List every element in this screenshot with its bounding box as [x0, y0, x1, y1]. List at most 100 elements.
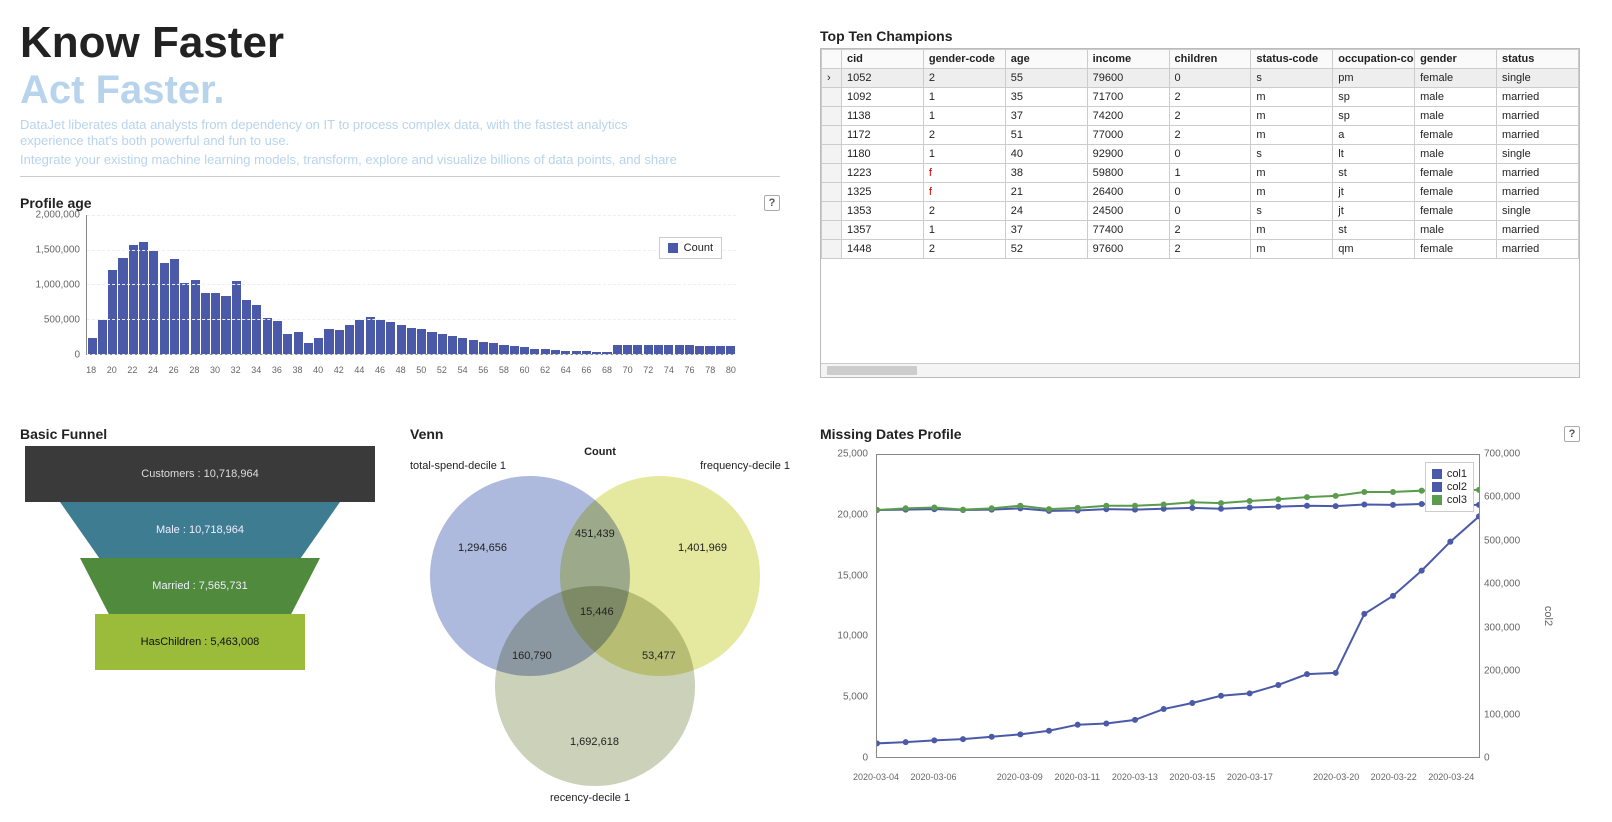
profile-age-bar[interactable] — [191, 280, 200, 354]
table-row[interactable]: 1357137774002mstmalemarried — [822, 221, 1579, 240]
profile-age-bar[interactable] — [458, 338, 467, 353]
line-point[interactable] — [1218, 506, 1224, 512]
line-point[interactable] — [1247, 690, 1253, 696]
profile-age-bar[interactable] — [304, 343, 313, 354]
table-cell[interactable]: 1138 — [842, 107, 924, 126]
profile-age-bar[interactable] — [448, 336, 457, 353]
table-cell[interactable]: 0 — [1169, 183, 1251, 202]
profile-age-bar[interactable] — [716, 346, 725, 354]
table-row[interactable]: 1180140929000sltmalesingle — [822, 145, 1579, 164]
funnel-stage-male[interactable]: Male : 10,718,964 — [60, 502, 340, 558]
table-cell[interactable]: male — [1415, 221, 1497, 240]
line-point[interactable] — [1075, 722, 1081, 728]
table-cell[interactable]: 2 — [1169, 107, 1251, 126]
line-point[interactable] — [1189, 505, 1195, 511]
profile-age-bar[interactable] — [695, 346, 704, 354]
table-cell[interactable]: 1 — [1169, 164, 1251, 183]
table-cell[interactable]: 37 — [1005, 107, 1087, 126]
table-cell[interactable]: female — [1415, 240, 1497, 259]
table-cell[interactable]: 77400 — [1087, 221, 1169, 240]
table-cell[interactable]: 59800 — [1087, 164, 1169, 183]
table-row-handle[interactable]: › — [822, 69, 842, 88]
profile-age-bar[interactable] — [335, 330, 344, 354]
table-header-cell[interactable]: gender — [1415, 50, 1497, 69]
profile-age-bar[interactable] — [438, 334, 447, 353]
profile-age-bar[interactable] — [160, 263, 169, 354]
profile-age-bar[interactable] — [201, 293, 210, 353]
table-cell[interactable]: 0 — [1169, 145, 1251, 164]
table-cell[interactable]: qm — [1333, 240, 1415, 259]
table-cell[interactable]: 97600 — [1087, 240, 1169, 259]
table-cell[interactable]: m — [1251, 88, 1333, 107]
funnel-stage-haschildren[interactable]: HasChildren : 5,463,008 — [95, 614, 305, 670]
profile-age-bar[interactable] — [170, 259, 179, 354]
table-row[interactable]: ›1052255796000spmfemalesingle — [822, 69, 1579, 88]
table-cell[interactable]: s — [1251, 69, 1333, 88]
line-point[interactable] — [1017, 503, 1023, 509]
profile-age-bar[interactable] — [407, 328, 416, 354]
table-cell[interactable]: jt — [1333, 202, 1415, 221]
table-cell[interactable]: married — [1497, 107, 1579, 126]
profile-age-bar[interactable] — [417, 329, 426, 353]
table-cell[interactable]: 1357 — [842, 221, 924, 240]
profile-age-bar[interactable] — [376, 320, 385, 353]
table-cell[interactable]: f — [923, 164, 1005, 183]
table-cell[interactable]: 1223 — [842, 164, 924, 183]
table-header-cell[interactable]: income — [1087, 50, 1169, 69]
table-cell[interactable]: married — [1497, 126, 1579, 145]
table-cell[interactable]: m — [1251, 221, 1333, 240]
table-row-handle[interactable] — [822, 145, 842, 164]
table-row[interactable]: 1172251770002mafemalemarried — [822, 126, 1579, 145]
table-row[interactable]: 1223f38598001mstfemalemarried — [822, 164, 1579, 183]
table-cell[interactable]: 21 — [1005, 183, 1087, 202]
line-point[interactable] — [1333, 670, 1339, 676]
profile-age-bar[interactable] — [520, 347, 529, 354]
venn-chart[interactable]: Count total-spend-decile 1 frequency-dec… — [410, 446, 790, 806]
line-point[interactable] — [1304, 494, 1310, 500]
line-series-col3[interactable] — [877, 490, 1479, 510]
line-series-col1[interactable] — [877, 516, 1479, 743]
profile-age-bar[interactable] — [324, 329, 333, 354]
table-cell[interactable]: 26400 — [1087, 183, 1169, 202]
table-row-handle[interactable] — [822, 164, 842, 183]
line-point[interactable] — [989, 734, 995, 740]
table-cell[interactable]: st — [1333, 221, 1415, 240]
table-cell[interactable]: m — [1251, 240, 1333, 259]
line-point[interactable] — [1275, 682, 1281, 688]
table-cell[interactable]: 1 — [923, 221, 1005, 240]
line-point[interactable] — [989, 505, 995, 511]
profile-age-bar[interactable] — [705, 346, 714, 354]
table-cell[interactable]: married — [1497, 88, 1579, 107]
table-cell[interactable]: 37 — [1005, 221, 1087, 240]
table-row[interactable]: 1325f21264000mjtfemalemarried — [822, 183, 1579, 202]
table-cell[interactable]: 52 — [1005, 240, 1087, 259]
table-cell[interactable]: 79600 — [1087, 69, 1169, 88]
table-cell[interactable]: 2 — [1169, 88, 1251, 107]
table-cell[interactable]: 38 — [1005, 164, 1087, 183]
table-header-cell[interactable]: occupation-cod — [1333, 50, 1415, 69]
missing-dates-help-button[interactable]: ? — [1564, 426, 1580, 442]
table-cell[interactable]: 2 — [1169, 240, 1251, 259]
profile-age-bar[interactable] — [664, 345, 673, 354]
table-header-cell[interactable]: children — [1169, 50, 1251, 69]
table-row-handle[interactable] — [822, 240, 842, 259]
profile-age-bar[interactable] — [273, 321, 282, 354]
profile-age-bar[interactable] — [499, 345, 508, 354]
profile-age-bar[interactable] — [397, 325, 406, 353]
profile-age-bar[interactable] — [675, 345, 684, 353]
line-point[interactable] — [1247, 504, 1253, 510]
table-cell[interactable]: 1 — [923, 107, 1005, 126]
table-cell[interactable]: 71700 — [1087, 88, 1169, 107]
profile-age-bar[interactable] — [685, 345, 694, 353]
table-cell[interactable]: single — [1497, 202, 1579, 221]
table-cell[interactable]: married — [1497, 183, 1579, 202]
table-header-cell[interactable]: gender-code — [923, 50, 1005, 69]
table-cell[interactable]: s — [1251, 145, 1333, 164]
table-cell[interactable]: 1092 — [842, 88, 924, 107]
table-header-cell[interactable]: age — [1005, 50, 1087, 69]
table-cell[interactable]: single — [1497, 145, 1579, 164]
funnel-stage-married[interactable]: Married : 7,565,731 — [80, 558, 320, 614]
profile-age-bar[interactable] — [427, 332, 436, 354]
table-cell[interactable]: married — [1497, 164, 1579, 183]
line-point[interactable] — [1218, 500, 1224, 506]
